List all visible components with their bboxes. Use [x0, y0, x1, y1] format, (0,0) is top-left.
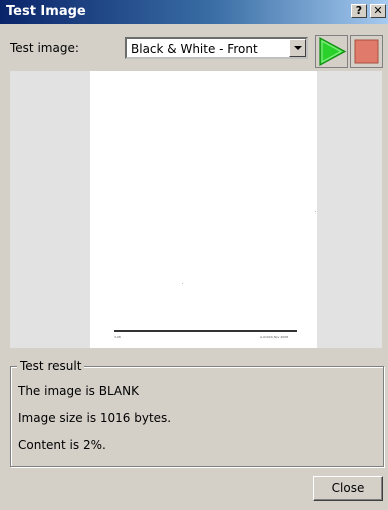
result-image-size: Image size is 1016 bytes. [18, 411, 172, 425]
result-blank-status: The image is BLANK [18, 384, 139, 398]
stop-test-button[interactable] [350, 35, 383, 68]
dropdown-arrow-button[interactable] [289, 39, 306, 57]
help-button[interactable]: ? [351, 4, 367, 18]
play-icon [315, 35, 348, 68]
page-speck [182, 283, 183, 284]
stop-icon [350, 35, 383, 68]
test-image-select[interactable]: Black & White - Front [125, 37, 308, 59]
result-content-percent: Content is 2%. [18, 438, 106, 452]
title-bar[interactable]: Test Image ? ✕ [0, 0, 388, 24]
image-preview-area: 3-08 A-01024 Nov 2008 [10, 71, 382, 348]
test-image-select-value: Black & White - Front [131, 42, 258, 56]
close-button[interactable]: Close [313, 476, 383, 501]
page-footer-left-text: 3-08 [114, 335, 121, 339]
window-title: Test Image [6, 4, 86, 19]
window-close-button[interactable]: ✕ [370, 4, 386, 18]
page-footer-right-text: A-01024 Nov 2008 [260, 335, 289, 339]
chevron-down-icon [294, 46, 302, 50]
start-test-button[interactable] [315, 35, 348, 68]
page-speck [315, 211, 316, 212]
test-result-title: Test result [17, 359, 85, 373]
test-image-dialog: Test Image ? ✕ Test image: Black & White… [0, 0, 388, 510]
page-footer-rule [114, 330, 297, 332]
scanned-page-preview: 3-08 A-01024 Nov 2008 [90, 71, 317, 348]
test-image-label: Test image: [10, 41, 79, 55]
